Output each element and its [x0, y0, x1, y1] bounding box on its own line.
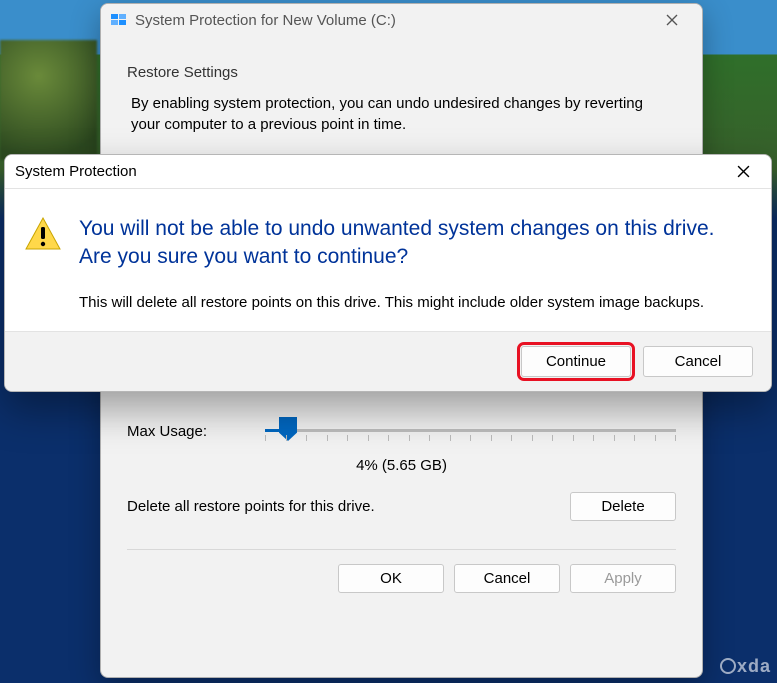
- max-usage-label: Max Usage:: [127, 423, 265, 440]
- delete-text: Delete all restore points for this drive…: [127, 498, 570, 515]
- confirm-close-button[interactable]: [721, 158, 765, 186]
- close-icon: [666, 14, 678, 26]
- parent-titlebar[interactable]: System Protection for New Volume (C:): [101, 4, 702, 36]
- confirm-text: This will delete all restore points on t…: [79, 292, 749, 313]
- system-protection-icon: [111, 12, 127, 28]
- watermark-text: xda: [737, 656, 771, 676]
- slider-track: [265, 429, 676, 432]
- delete-row: Delete all restore points for this drive…: [127, 492, 676, 537]
- delete-button[interactable]: Delete: [570, 492, 676, 521]
- watermark: xda: [720, 656, 771, 677]
- warning-icon: [25, 215, 61, 313]
- restore-settings-heading: Restore Settings: [127, 64, 676, 81]
- confirm-titlebar[interactable]: System Protection: [5, 155, 771, 189]
- ok-button[interactable]: OK: [338, 564, 444, 593]
- confirm-heading: You will not be able to undo unwanted sy…: [79, 215, 749, 272]
- confirm-cancel-button[interactable]: Cancel: [643, 346, 753, 377]
- usage-value: 4% (5.65 GB): [127, 449, 676, 492]
- parent-close-button[interactable]: [650, 6, 694, 34]
- max-usage-row: Max Usage:: [127, 395, 676, 449]
- confirm-body: You will not be able to undo unwanted sy…: [5, 189, 771, 331]
- continue-button[interactable]: Continue: [521, 346, 631, 377]
- parent-window-title: System Protection for New Volume (C:): [135, 12, 650, 29]
- confirm-footer: Continue Cancel: [5, 331, 771, 391]
- confirm-content: You will not be able to undo unwanted sy…: [79, 215, 749, 313]
- apply-button: Apply: [570, 564, 676, 593]
- slider-ticks: [265, 435, 676, 443]
- confirm-title: System Protection: [15, 163, 721, 180]
- restore-settings-text: By enabling system protection, you can u…: [127, 93, 647, 135]
- parent-cancel-button[interactable]: Cancel: [454, 564, 560, 593]
- max-usage-slider[interactable]: [265, 413, 676, 449]
- bottom-button-row: OK Cancel Apply: [127, 564, 676, 597]
- confirm-dialog: System Protection You will not be able t…: [4, 154, 772, 392]
- close-icon: [737, 165, 750, 178]
- divider: [127, 549, 676, 550]
- watermark-ring-icon: [720, 658, 736, 674]
